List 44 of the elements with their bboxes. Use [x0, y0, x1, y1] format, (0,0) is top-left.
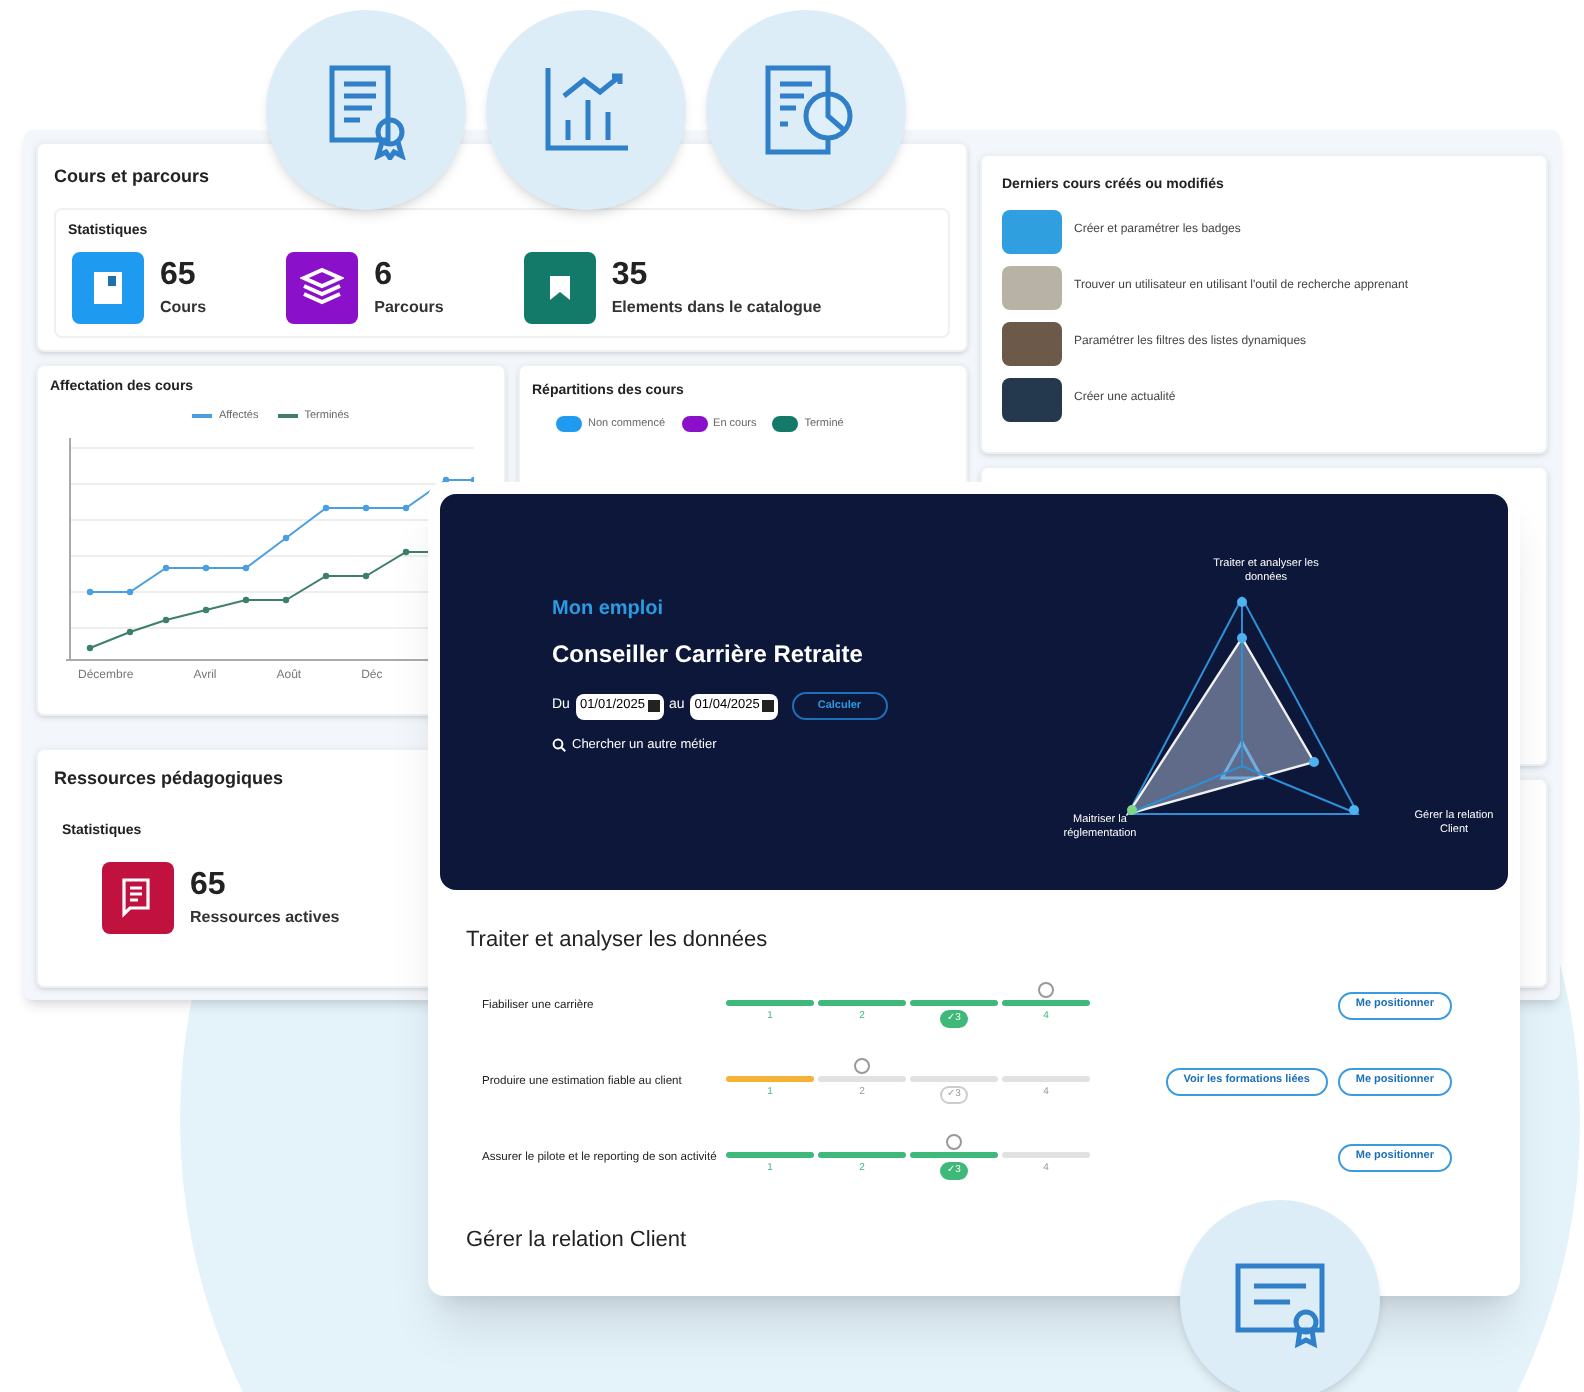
- data-point: [362, 572, 370, 579]
- calendar-icon: [647, 700, 659, 712]
- stat-value: 65: [160, 256, 198, 296]
- skill-group-title: Gérer la relation Client: [466, 1225, 689, 1255]
- photo-placeholder: [1002, 209, 1062, 253]
- search-icon: [552, 738, 566, 753]
- skill-group-title: Traiter et analyser les données: [466, 926, 770, 956]
- stat-label: Parcours: [374, 296, 444, 320]
- stat-value: 6: [374, 256, 395, 296]
- section-title: Cours et parcours: [54, 164, 212, 190]
- data-point: [86, 644, 94, 651]
- data-point: [242, 596, 250, 603]
- data-point: [442, 476, 450, 483]
- data-point: [402, 504, 410, 511]
- photo-placeholder: [1002, 321, 1062, 365]
- photo-placeholder: [1002, 377, 1062, 421]
- data-point: [202, 606, 210, 613]
- calendar-icon: [761, 700, 774, 712]
- data-point: [322, 572, 330, 579]
- data-point: [126, 628, 134, 635]
- data-point: [126, 588, 134, 595]
- job-title: Conseiller Carrière Retraite: [552, 638, 865, 672]
- stat-value: 35: [611, 256, 650, 296]
- kicker-text: Mon emploi: [552, 596, 666, 624]
- book-icon: [92, 270, 124, 306]
- data-point: [402, 548, 410, 555]
- bookmark-icon: [547, 274, 572, 302]
- data-point: [202, 564, 210, 571]
- section-title: Ressources pédagogiques: [54, 766, 286, 792]
- data-point: [282, 596, 290, 603]
- data-point: [162, 564, 170, 571]
- data-point: [282, 534, 290, 541]
- stat-label: Ressources actives: [190, 906, 340, 930]
- stack-icon: [300, 268, 345, 308]
- data-point: [242, 564, 250, 571]
- photo-placeholder: [1002, 265, 1062, 309]
- data-point: [86, 588, 94, 595]
- stat-label: Elements dans le catalogue: [611, 296, 822, 320]
- document-icon: [120, 878, 156, 918]
- data-point: [162, 616, 170, 623]
- data-point: [322, 504, 330, 511]
- stat-label: Cours: [160, 296, 207, 320]
- stat-value: 65: [190, 866, 228, 906]
- data-point: [362, 504, 370, 511]
